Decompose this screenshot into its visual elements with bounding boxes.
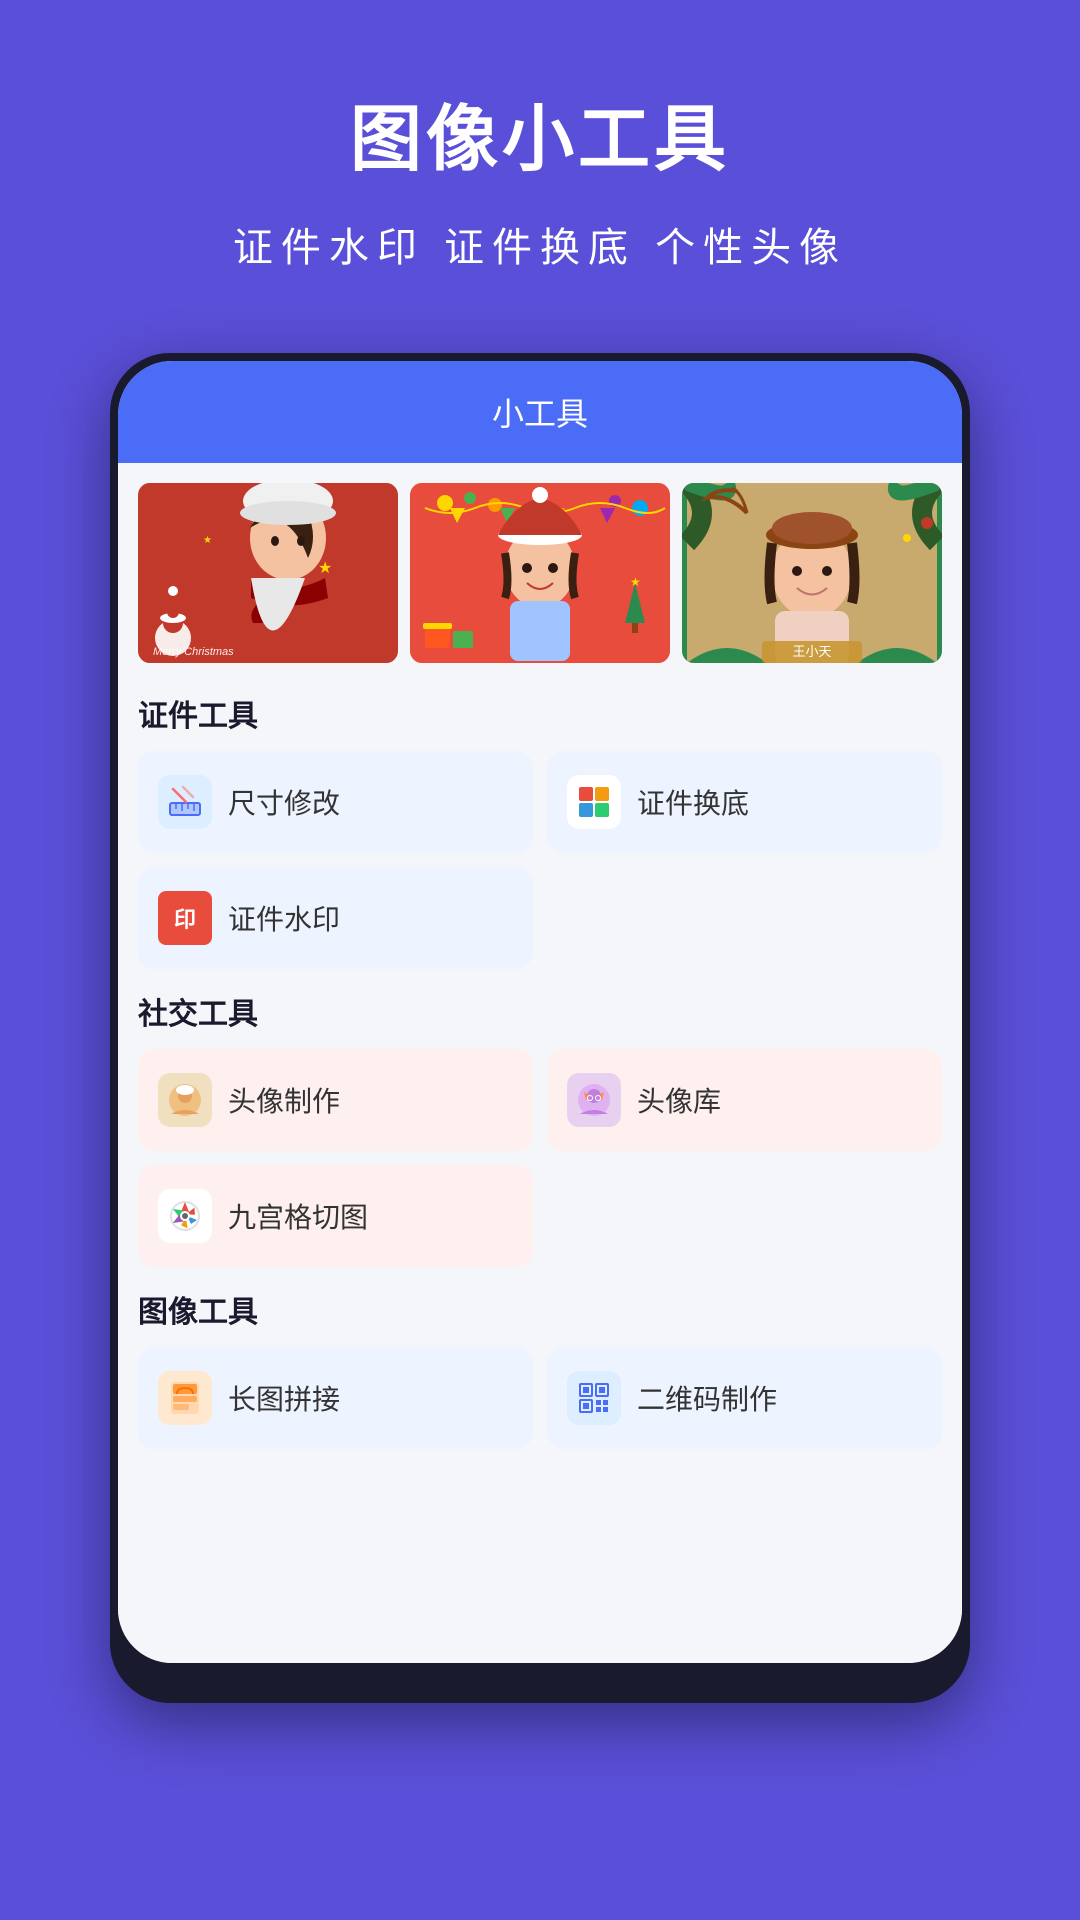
- phone-header: 小工具: [118, 361, 962, 463]
- qr-icon: [567, 1371, 621, 1425]
- resize-tool-name: 尺寸修改: [228, 782, 340, 822]
- certificate-tool-grid: 尺寸修改 证件换底: [138, 751, 942, 853]
- watermark-tool-name: 证件水印: [228, 898, 340, 938]
- hero-subtitle: 证件水印 证件换底 个性头像: [60, 215, 1020, 273]
- avatar-library-icon: [567, 1073, 621, 1127]
- long-image-tool[interactable]: 长图拼接: [138, 1347, 533, 1449]
- social-section-label: 社交工具: [138, 989, 942, 1033]
- svg-text:★: ★: [630, 575, 641, 589]
- social-tool-grid: 头像制作: [138, 1049, 942, 1151]
- banner-row: ★ ★ Merry Christmas: [138, 483, 942, 663]
- banner-item-3[interactable]: 王小天: [682, 483, 942, 663]
- banner-item-1[interactable]: ★ ★ Merry Christmas: [138, 483, 398, 663]
- image-tool-grid: 长图拼接: [138, 1347, 942, 1449]
- bg-change-tool-name: 证件换底: [637, 782, 749, 822]
- hero-section: 图像小工具 证件水印 证件换底 个性头像: [0, 0, 1080, 333]
- avatar-library-tool[interactable]: 头像库: [547, 1049, 942, 1151]
- social-section: 社交工具 头像制: [138, 989, 942, 1267]
- ruler-icon: [158, 775, 212, 829]
- image-section-label: 图像工具: [138, 1287, 942, 1331]
- nine-grid-icon: [158, 1189, 212, 1243]
- color-icon: [567, 775, 621, 829]
- phone-header-title: 小工具: [492, 396, 588, 432]
- certificate-section: 证件工具: [138, 691, 942, 969]
- resize-tool[interactable]: 尺寸修改: [138, 751, 533, 853]
- phone-screen: 小工具: [118, 361, 962, 1663]
- bg-change-tool[interactable]: 证件换底: [547, 751, 942, 853]
- svg-text:★: ★: [318, 560, 332, 577]
- nine-grid-tool-name: 九宫格切图: [228, 1196, 368, 1236]
- watermark-tool[interactable]: 印 证件水印: [138, 867, 533, 969]
- nine-grid-tool[interactable]: 九宫格切图: [138, 1165, 533, 1267]
- hero-title: 图像小工具: [60, 80, 1020, 185]
- image-section: 图像工具 长图拼: [138, 1287, 942, 1449]
- phone-content: ★ ★ Merry Christmas: [118, 463, 962, 1663]
- phone-mockup: 小工具: [110, 353, 970, 1703]
- avatar-library-tool-name: 头像库: [637, 1080, 721, 1120]
- certificate-section-label: 证件工具: [138, 691, 942, 735]
- svg-text:Merry Christmas: Merry Christmas: [153, 646, 234, 658]
- avatar-make-icon: [158, 1073, 212, 1127]
- long-image-icon: [158, 1371, 212, 1425]
- qrcode-tool[interactable]: 二维码制作: [547, 1347, 942, 1449]
- qrcode-tool-name: 二维码制作: [637, 1378, 777, 1418]
- avatar-make-tool[interactable]: 头像制作: [138, 1049, 533, 1151]
- svg-text:★: ★: [203, 535, 212, 546]
- avatar-make-tool-name: 头像制作: [228, 1080, 340, 1120]
- long-image-tool-name: 长图拼接: [228, 1378, 340, 1418]
- stamp-icon: 印: [158, 891, 212, 945]
- svg-text:王小天: 王小天: [792, 644, 831, 659]
- banner-item-2[interactable]: ★: [410, 483, 670, 663]
